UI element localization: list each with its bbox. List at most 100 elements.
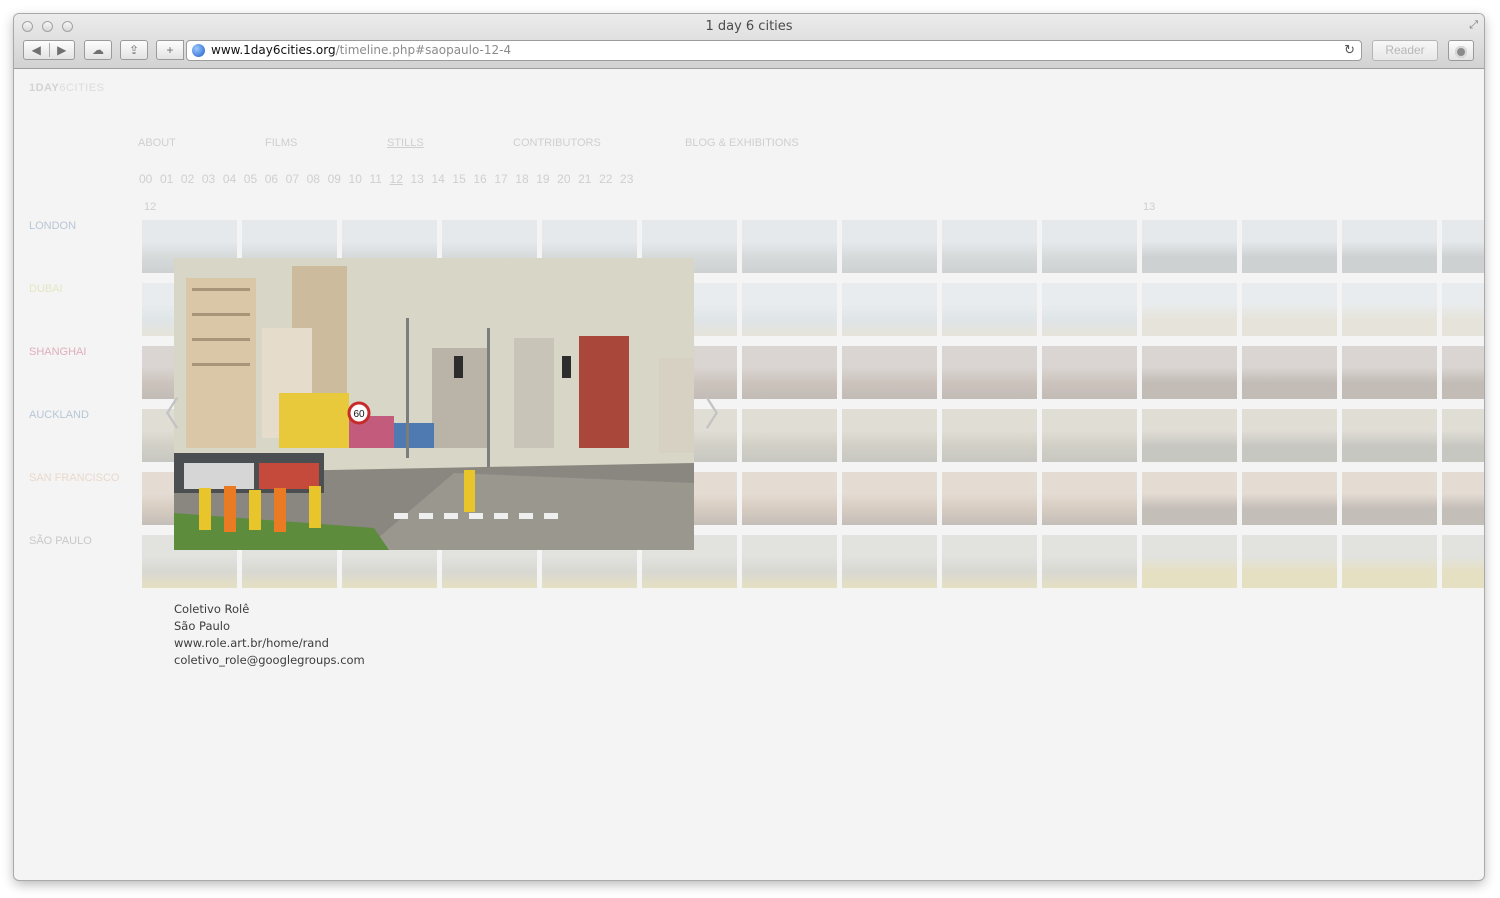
city-link-san-francisco[interactable]: SAN FRANCISCO xyxy=(29,472,119,484)
still-thumbnail[interactable] xyxy=(942,472,1037,525)
city-link-london[interactable]: LONDON xyxy=(29,220,76,232)
still-thumbnail[interactable] xyxy=(742,346,837,399)
still-thumbnail[interactable] xyxy=(1142,220,1237,273)
still-thumbnail[interactable] xyxy=(842,535,937,588)
still-thumbnail[interactable] xyxy=(1042,220,1137,273)
hour-link-01[interactable]: 01 xyxy=(160,172,173,186)
nav-films[interactable]: FILMS xyxy=(265,137,297,149)
still-thumbnail[interactable] xyxy=(842,346,937,399)
still-thumbnail[interactable] xyxy=(1442,346,1484,399)
hour-link-11[interactable]: 11 xyxy=(369,172,381,186)
hour-link-17[interactable]: 17 xyxy=(494,172,507,186)
still-thumbnail[interactable] xyxy=(742,283,837,336)
still-thumbnail[interactable] xyxy=(742,535,837,588)
still-thumbnail[interactable] xyxy=(942,346,1037,399)
still-thumbnail[interactable] xyxy=(1042,472,1137,525)
still-thumbnail[interactable] xyxy=(1142,283,1237,336)
still-thumbnail[interactable] xyxy=(1242,409,1337,462)
previous-arrow-icon[interactable]: 〈 xyxy=(146,387,180,436)
share-button[interactable]: ⇪ xyxy=(120,40,148,60)
still-thumbnail[interactable] xyxy=(1142,535,1237,588)
still-thumbnail[interactable] xyxy=(942,220,1037,273)
hour-link-03[interactable]: 03 xyxy=(202,172,215,186)
still-thumbnail[interactable] xyxy=(1442,283,1484,336)
still-thumbnail[interactable] xyxy=(942,535,1037,588)
still-thumbnail[interactable] xyxy=(1042,283,1137,336)
still-thumbnail[interactable] xyxy=(742,472,837,525)
still-thumbnail[interactable] xyxy=(1342,535,1437,588)
add-bookmark-button[interactable]: + xyxy=(156,40,184,60)
still-thumbnail[interactable] xyxy=(1042,346,1137,399)
hour-link-14[interactable]: 14 xyxy=(431,172,444,186)
still-thumbnail[interactable] xyxy=(1242,283,1337,336)
forward-arrow-icon[interactable]: ▶ xyxy=(50,43,75,57)
nav-stills[interactable]: STILLS xyxy=(387,137,424,149)
hour-link-10[interactable]: 10 xyxy=(349,172,362,186)
hour-link-19[interactable]: 19 xyxy=(536,172,549,186)
still-thumbnail[interactable] xyxy=(1342,409,1437,462)
still-thumbnail[interactable] xyxy=(1442,409,1484,462)
hour-link-04[interactable]: 04 xyxy=(223,172,236,186)
nav-blog-exhibitions[interactable]: BLOG & EXHIBITIONS xyxy=(685,137,799,149)
hour-link-05[interactable]: 05 xyxy=(244,172,257,186)
still-thumbnail[interactable] xyxy=(842,220,937,273)
icloud-tabs-button[interactable]: ☁ xyxy=(84,40,112,60)
hour-link-15[interactable]: 15 xyxy=(452,172,465,186)
still-thumbnail[interactable] xyxy=(1242,346,1337,399)
still-thumbnail[interactable] xyxy=(1142,409,1237,462)
still-thumbnail[interactable] xyxy=(1442,535,1484,588)
hour-link-21[interactable]: 21 xyxy=(578,172,591,186)
still-thumbnail[interactable] xyxy=(1242,220,1337,273)
hour-link-12[interactable]: 12 xyxy=(390,172,403,186)
still-thumbnail[interactable] xyxy=(1342,346,1437,399)
still-thumbnail[interactable] xyxy=(742,409,837,462)
reader-button[interactable]: Reader xyxy=(1372,40,1438,61)
downloads-button[interactable] xyxy=(1448,40,1474,61)
city-link-dubai[interactable]: DUBAI xyxy=(29,283,63,295)
hour-link-00[interactable]: 00 xyxy=(139,172,152,186)
still-thumbnail[interactable] xyxy=(1142,346,1237,399)
still-thumbnail[interactable] xyxy=(842,472,937,525)
contributor-website[interactable]: www.role.art.br/home/rand xyxy=(174,635,365,652)
still-thumbnail[interactable] xyxy=(742,220,837,273)
hour-link-09[interactable]: 09 xyxy=(328,172,341,186)
contributor-email[interactable]: coletivo_role@googlegroups.com xyxy=(174,652,365,669)
hour-link-06[interactable]: 06 xyxy=(265,172,278,186)
city-link-auckland[interactable]: AUCKLAND xyxy=(29,409,89,421)
reload-icon[interactable]: ↻ xyxy=(1344,41,1355,60)
fullscreen-icon[interactable]: ⤢ xyxy=(1469,19,1478,32)
address-bar[interactable]: www.1day6cities.org/timeline.php#saopaul… xyxy=(186,40,1362,61)
still-thumbnail[interactable] xyxy=(942,283,1037,336)
city-link-shanghai[interactable]: SHANGHAI xyxy=(29,346,86,358)
back-arrow-icon[interactable]: ◀ xyxy=(24,43,50,57)
next-arrow-icon[interactable]: 〉 xyxy=(704,387,738,436)
nav-about[interactable]: ABOUT xyxy=(138,137,176,149)
site-logo[interactable]: 1DAY6CITIES xyxy=(29,82,104,94)
nav-contributors[interactable]: CONTRIBUTORS xyxy=(513,137,601,149)
still-thumbnail[interactable] xyxy=(1442,220,1484,273)
hour-link-16[interactable]: 16 xyxy=(473,172,486,186)
hour-link-13[interactable]: 13 xyxy=(411,172,424,186)
still-thumbnail[interactable] xyxy=(1142,472,1237,525)
still-thumbnail[interactable] xyxy=(842,409,937,462)
hour-link-18[interactable]: 18 xyxy=(515,172,528,186)
hour-link-08[interactable]: 08 xyxy=(307,172,320,186)
still-thumbnail[interactable] xyxy=(842,283,937,336)
speed-sign-text: 60 xyxy=(353,409,365,420)
still-thumbnail[interactable] xyxy=(1342,220,1437,273)
still-thumbnail[interactable] xyxy=(942,409,1037,462)
still-thumbnail[interactable] xyxy=(1342,472,1437,525)
still-thumbnail[interactable] xyxy=(1442,472,1484,525)
hour-link-20[interactable]: 20 xyxy=(557,172,570,186)
hour-link-07[interactable]: 07 xyxy=(286,172,299,186)
still-thumbnail[interactable] xyxy=(1342,283,1437,336)
hour-link-23[interactable]: 23 xyxy=(620,172,633,186)
city-link-sao-paulo[interactable]: SÃO PAULO xyxy=(29,535,92,547)
featured-still-photo[interactable]: 60 xyxy=(174,258,694,550)
hour-link-22[interactable]: 22 xyxy=(599,172,612,186)
still-thumbnail[interactable] xyxy=(1242,472,1337,525)
hour-link-02[interactable]: 02 xyxy=(181,172,194,186)
still-thumbnail[interactable] xyxy=(1042,409,1137,462)
still-thumbnail[interactable] xyxy=(1242,535,1337,588)
still-thumbnail[interactable] xyxy=(1042,535,1137,588)
